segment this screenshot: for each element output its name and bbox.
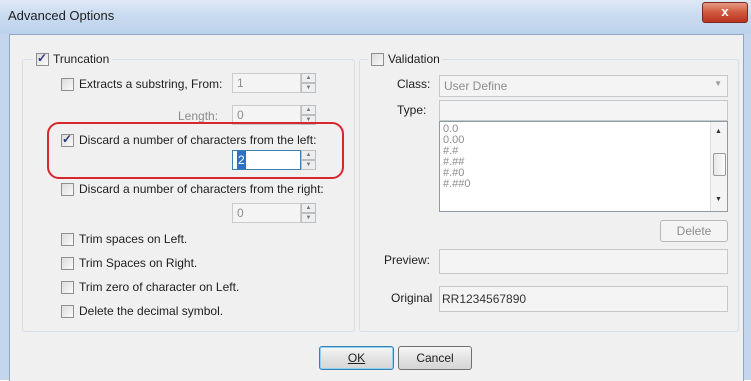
truncation-checkbox[interactable]: Truncation	[33, 51, 113, 67]
dialog-client-area: Truncation Extracts a substring, From: 1…	[9, 34, 744, 381]
type-label: Type:	[397, 103, 427, 117]
delete-button[interactable]: Delete	[660, 220, 728, 242]
original-value: RR1234567890	[442, 292, 527, 306]
preview-field[interactable]	[439, 249, 728, 274]
close-button[interactable]: x	[702, 2, 748, 23]
spin-up-icon[interactable]: ▲	[301, 203, 316, 213]
discard-right-check-icon[interactable]	[61, 182, 74, 196]
trim-zero-check-icon[interactable]	[61, 280, 74, 294]
list-item[interactable]: 0.00	[440, 135, 727, 146]
cancel-button-label: Cancel	[416, 351, 454, 365]
discard-right-field[interactable]: 0	[232, 203, 301, 223]
advanced-options-dialog: Advanced Options x Truncation Extracts a…	[0, 0, 751, 381]
discard-right-label: Discard a number of characters from the …	[79, 182, 324, 196]
delete-decimal-check-icon[interactable]	[61, 304, 74, 318]
length-label: Length:	[178, 109, 219, 123]
substring-check-icon[interactable]	[61, 77, 74, 91]
ok-button-label: OK	[347, 351, 366, 365]
format-list-scrollbar[interactable]: ▲ ▼	[710, 122, 727, 211]
original-label: Original	[391, 291, 433, 305]
scroll-thumb[interactable]	[713, 153, 726, 176]
truncation-label: Truncation	[53, 52, 110, 66]
trim-right-checkbox[interactable]: Trim Spaces on Right.	[61, 256, 197, 270]
substring-from-spinner[interactable]: 1 ▲ ▼	[232, 73, 316, 93]
chevron-down-icon: ▼	[714, 79, 722, 88]
spin-down-icon[interactable]: ▼	[301, 213, 316, 223]
validation-label: Validation	[388, 52, 440, 66]
trim-left-check-icon[interactable]	[61, 232, 74, 246]
class-label: Class:	[397, 77, 431, 91]
delete-decimal-checkbox[interactable]: Delete the decimal symbol.	[61, 304, 223, 318]
trim-right-check-icon[interactable]	[61, 256, 74, 270]
preview-label: Preview:	[384, 253, 431, 267]
validation-check-icon[interactable]	[371, 52, 384, 66]
scroll-up-icon[interactable]: ▲	[715, 128, 722, 135]
type-field[interactable]	[439, 100, 728, 121]
spin-down-icon[interactable]: ▼	[301, 83, 316, 93]
cancel-button[interactable]: Cancel	[398, 346, 472, 370]
discard-right-checkbox[interactable]: Discard a number of characters from the …	[61, 182, 324, 196]
list-item[interactable]: #.##0	[440, 179, 727, 190]
class-dropdown[interactable]: User Define ▼	[439, 75, 728, 97]
spin-up-icon[interactable]: ▲	[301, 73, 316, 83]
class-value: User Define	[444, 79, 508, 93]
delete-decimal-label: Delete the decimal symbol.	[79, 304, 224, 318]
list-item[interactable]: #.#	[440, 146, 727, 157]
list-item[interactable]: #.#0	[440, 168, 727, 179]
title-bar[interactable]: Advanced Options x	[0, 0, 751, 34]
spin-up-icon[interactable]: ▲	[301, 105, 316, 115]
substring-from-field[interactable]: 1	[232, 73, 301, 93]
window-title: Advanced Options	[8, 8, 115, 23]
trim-zero-checkbox[interactable]: Trim zero of character on Left.	[61, 280, 239, 294]
trim-left-label: Trim spaces on Left.	[79, 232, 188, 246]
highlight-annotation	[47, 122, 344, 179]
substring-label: Extracts a substring, From:	[79, 77, 223, 91]
original-field: RR1234567890	[439, 286, 728, 312]
substring-checkbox[interactable]: Extracts a substring, From:	[61, 77, 222, 91]
scroll-down-icon[interactable]: ▼	[715, 196, 722, 203]
ok-button[interactable]: OK	[319, 346, 394, 370]
list-item[interactable]: 0.0	[440, 124, 727, 135]
trim-right-label: Trim Spaces on Right.	[79, 256, 198, 270]
discard-right-spinner[interactable]: 0 ▲ ▼	[232, 203, 316, 223]
truncation-check-icon[interactable]	[36, 51, 49, 66]
trim-zero-label: Trim zero of character on Left.	[79, 280, 240, 294]
trim-left-checkbox[interactable]: Trim spaces on Left.	[61, 232, 187, 246]
format-list[interactable]: 0.0 0.00 #.# #.## #.#0 #.##0 ▲ ▼	[439, 121, 728, 212]
validation-checkbox[interactable]: Validation	[368, 51, 443, 67]
list-item[interactable]: #.##	[440, 157, 727, 168]
